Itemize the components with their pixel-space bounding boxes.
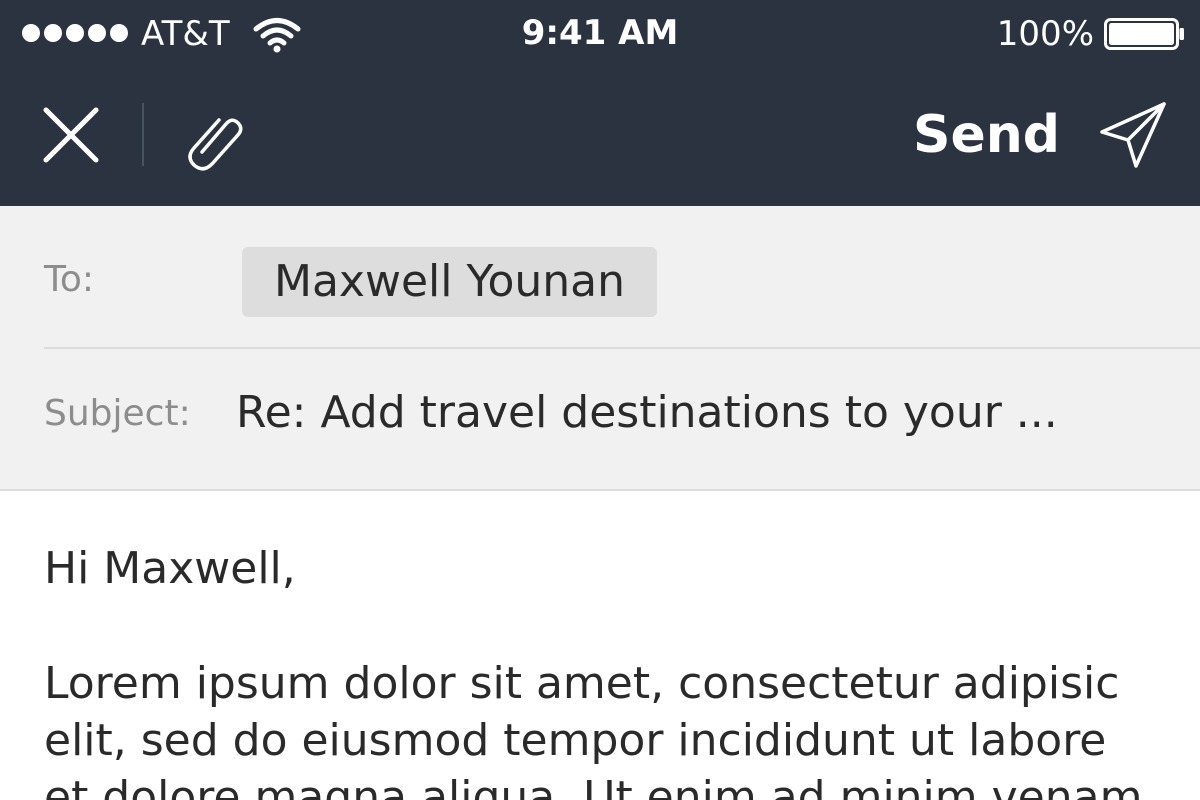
subject-row: Subject: Re: Add travel destinations to …	[44, 349, 1200, 487]
subject-field[interactable]: Re: Add travel destinations to your ...	[236, 383, 1136, 443]
send-button[interactable]: Send	[913, 94, 1168, 176]
compose-toolbar: Send	[0, 70, 1200, 206]
battery-percentage: 100%	[996, 14, 1094, 54]
paper-plane-icon	[1100, 102, 1166, 168]
top-bar: AT&T 9:41 AM 100% Send	[0, 0, 1200, 206]
close-icon[interactable]	[36, 100, 106, 170]
compose-header-fields: To: Maxwell Younan Subject: Re: Add trav…	[0, 206, 1200, 491]
message-body-editor[interactable]: Hi Maxwell, Lorem ipsum dolor sit amet, …	[0, 491, 1200, 800]
to-label: To:	[44, 259, 95, 300]
to-row: To: Maxwell Younan	[44, 206, 1200, 349]
status-bar: AT&T 9:41 AM 100%	[0, 0, 1200, 70]
send-label: Send	[913, 105, 1060, 165]
message-line: elit, sed do eiusmod tempor incididunt u…	[44, 715, 1107, 766]
toolbar-divider	[142, 103, 144, 166]
wifi-icon	[253, 18, 301, 53]
subject-label: Subject:	[44, 393, 191, 434]
carrier-name: AT&T	[141, 14, 230, 54]
signal-dots-icon	[22, 24, 128, 42]
compose-screen: AT&T 9:41 AM 100% Send To: Maxwell Youna…	[0, 0, 1200, 800]
battery-icon	[1104, 18, 1184, 50]
status-time: 9:41 AM	[521, 13, 679, 53]
message-greeting: Hi Maxwell,	[44, 543, 296, 594]
recipient-chip[interactable]: Maxwell Younan	[242, 247, 658, 317]
message-paragraph: Lorem ipsum dolor sit amet, consectetur …	[44, 655, 1194, 800]
message-line: et dolore magna aliqua. Ut enim ad minim…	[44, 772, 1143, 800]
message-line: Lorem ipsum dolor sit amet, consectetur …	[44, 658, 1120, 709]
paperclip-icon[interactable]	[180, 102, 250, 172]
